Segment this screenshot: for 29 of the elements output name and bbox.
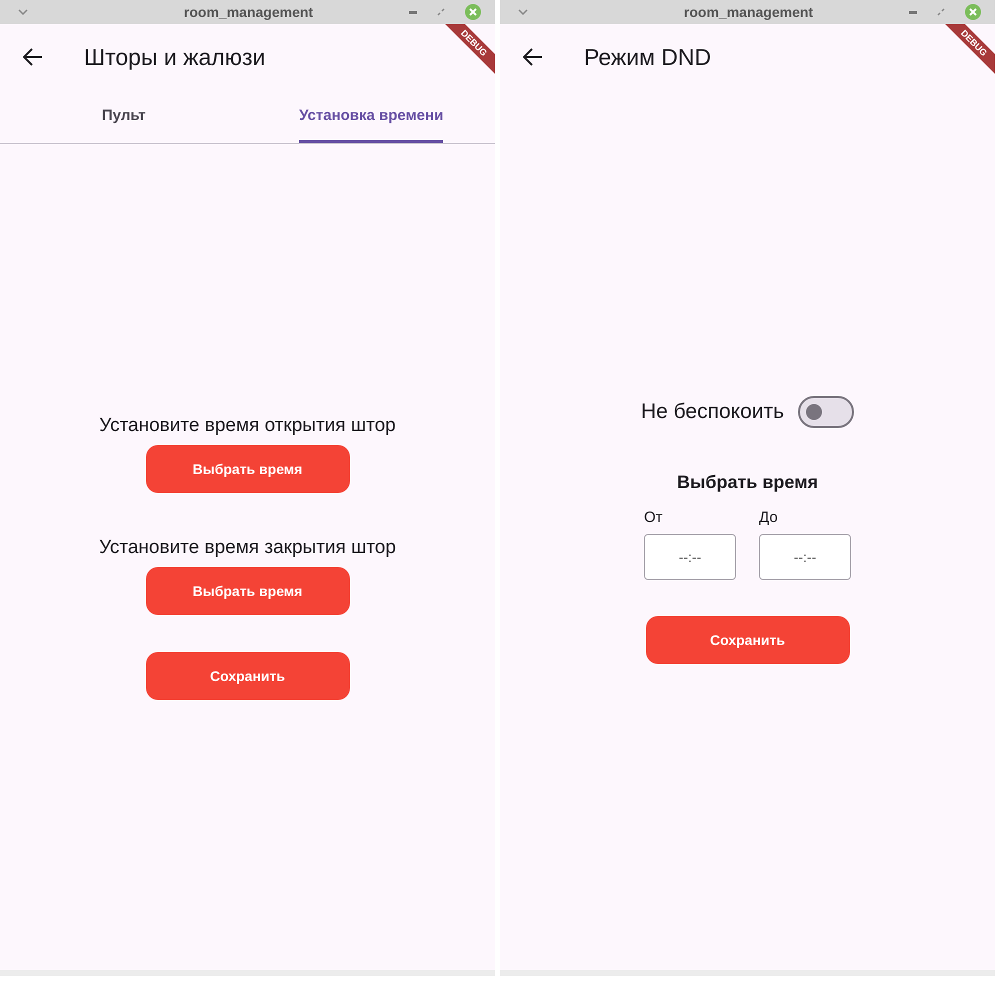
pick-time-button[interactable]: Выбрать время <box>146 566 350 614</box>
section-label: Установите время открытия штор <box>99 414 396 436</box>
save-button[interactable]: Сохранить <box>146 652 350 700</box>
pick-time-button[interactable]: Выбрать время <box>146 444 350 492</box>
time-field[interactable]: --:-- <box>759 534 851 580</box>
minimize-icon[interactable] <box>909 10 917 14</box>
restore-icon[interactable] <box>437 8 445 16</box>
window-title: room_management <box>682 4 814 20</box>
close-icon[interactable] <box>465 4 481 20</box>
save-button[interactable]: Сохранить <box>646 616 850 664</box>
section-heading: Выбрать время <box>676 472 818 493</box>
window-title: room_management <box>182 4 314 20</box>
close-icon[interactable] <box>965 4 981 20</box>
toggle-switch[interactable] <box>798 396 854 428</box>
tab[interactable]: Установка времени <box>299 90 444 143</box>
section-label: Установите время закрытия штор <box>99 536 396 558</box>
chevron-down-icon[interactable] <box>518 9 528 15</box>
page-title: Шторы и жалюзи <box>84 44 266 70</box>
field-label: От <box>644 509 663 526</box>
tab[interactable]: Пульт <box>102 90 146 143</box>
toggle-label: Не беспокоить <box>640 400 784 424</box>
chevron-down-icon[interactable] <box>18 9 28 15</box>
page-title: Режим DND <box>584 44 712 70</box>
restore-icon[interactable] <box>937 8 945 16</box>
minimize-icon[interactable] <box>409 10 417 14</box>
time-field[interactable]: --:-- <box>644 534 736 580</box>
back-arrow-icon[interactable] <box>523 48 543 66</box>
back-arrow-icon[interactable] <box>23 48 43 66</box>
field-label: До <box>759 509 778 526</box>
